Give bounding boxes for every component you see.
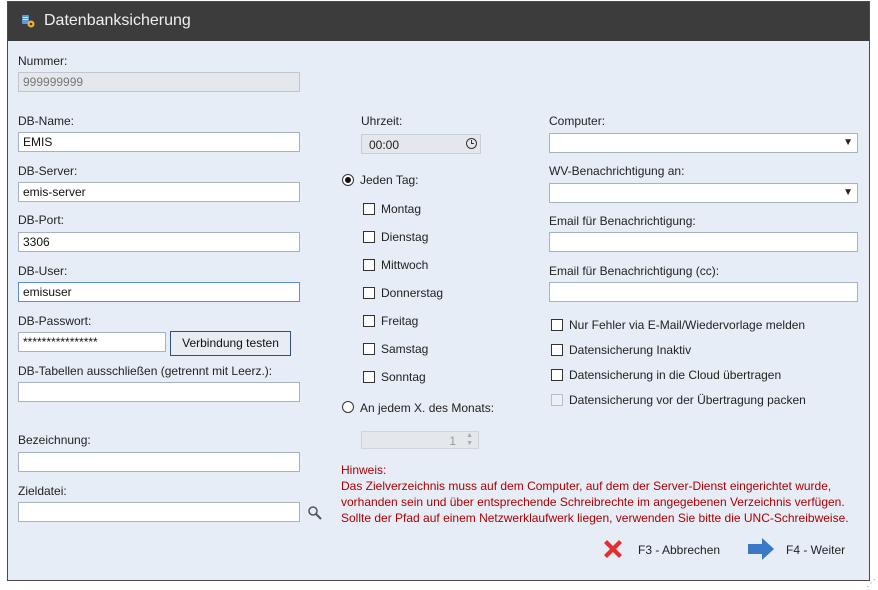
day-label-montag: Montag: [381, 202, 422, 216]
resize-grip-icon[interactable]: ⋰: [866, 578, 876, 589]
exclude-tables-field[interactable]: [18, 382, 300, 402]
cancel-label: F3 - Abbrechen: [638, 543, 721, 557]
email-cc-field[interactable]: [549, 282, 858, 302]
option-label-inaktiv: Datensicherung Inaktiv: [569, 343, 692, 357]
zieldatei-field[interactable]: [18, 502, 300, 522]
option-label-cloud: Datensicherung in die Cloud übertragen: [569, 368, 782, 382]
day-label-samstag: Samstag: [381, 342, 429, 356]
db-password-field[interactable]: ****************: [18, 332, 166, 352]
exclude-tables-label: DB-Tabellen ausschließen (getrennt mit L…: [18, 364, 273, 378]
db-password-label: DB-Passwort:: [18, 314, 92, 328]
option-label-nur-fehler: Nur Fehler via E-Mail/Wiedervorlage meld…: [569, 318, 806, 332]
checkbox-samstag[interactable]: [363, 343, 375, 355]
nummer-field: 999999999: [18, 72, 300, 92]
day-label-sonntag: Sonntag: [381, 370, 426, 384]
test-connection-button[interactable]: Verbindung testen: [170, 331, 291, 356]
checkbox-packen: [551, 394, 563, 406]
zieldatei-label: Zieldatei:: [18, 484, 67, 498]
dropdown-arrow-icon: ▼: [843, 137, 853, 148]
email-label: Email für Benachrichtigung:: [549, 214, 696, 228]
bezeichnung-label: Bezeichnung:: [18, 433, 91, 447]
window-title: Datenbanksicherung: [44, 12, 191, 29]
email-cc-label: Email für Benachrichtigung (cc):: [549, 264, 720, 278]
monat-label: An jedem X. des Monats:: [360, 401, 495, 415]
hint-line-3: Sollte der Pfad auf einem Netzwerklaufwe…: [341, 511, 849, 525]
database-gear-icon: [22, 15, 35, 28]
checkbox-freitag[interactable]: [363, 315, 375, 327]
checkbox-cloud[interactable]: [551, 369, 563, 381]
checkbox-mittwoch[interactable]: [363, 259, 375, 271]
uhrzeit-value: 00:00: [369, 138, 400, 152]
cancel-button[interactable]: F3 - Abbrechen: [600, 534, 730, 564]
hint-title: Hinweis:: [341, 463, 387, 477]
checkbox-sonntag[interactable]: [363, 371, 375, 383]
monat-day-stepper: 1 ▲ ▼: [361, 431, 479, 449]
option-label-packen: Datensicherung vor der Übertragung packe…: [569, 393, 806, 407]
day-label-dienstag: Dienstag: [381, 230, 429, 244]
db-user-label: DB-User:: [18, 264, 68, 278]
next-label: F4 - Weiter: [786, 543, 846, 557]
hint-line-2: vorhanden sein und über entsprechende Sc…: [341, 495, 845, 509]
title-bar: Datenbanksicherung: [8, 2, 869, 41]
db-server-label: DB-Server:: [18, 164, 78, 178]
next-button[interactable]: F4 - Weiter: [746, 534, 858, 564]
wv-select[interactable]: ▼: [549, 183, 858, 203]
dropdown-arrow-icon: ▼: [843, 187, 853, 198]
backup-dialog: Datenbanksicherung Nummer: 999999999 DB-…: [7, 1, 870, 581]
radio-jeden-tag[interactable]: [342, 174, 354, 186]
hint-line-1: Das Zielverzeichnis muss auf dem Compute…: [341, 479, 832, 493]
db-name-label: DB-Name:: [18, 114, 75, 128]
jeden-tag-label: Jeden Tag:: [360, 173, 419, 187]
checkbox-montag[interactable]: [363, 203, 375, 215]
radio-jeden-x-monat[interactable]: [342, 401, 354, 413]
wv-label: WV-Benachrichtigung an:: [549, 164, 685, 178]
computer-select[interactable]: ▼: [549, 133, 858, 153]
stepper-arrows-icon: ▲ ▼: [466, 432, 473, 447]
arrow-right-icon: [748, 538, 774, 560]
clock-icon[interactable]: [466, 138, 477, 149]
bezeichnung-field[interactable]: [18, 452, 300, 472]
db-name-field[interactable]: EMIS: [18, 132, 300, 152]
day-label-mittwoch: Mittwoch: [381, 258, 429, 272]
checkbox-donnerstag[interactable]: [363, 287, 375, 299]
computer-label: Computer:: [549, 114, 606, 128]
day-label-donnerstag: Donnerstag: [381, 286, 444, 300]
uhrzeit-picker[interactable]: 00:00: [361, 134, 481, 154]
day-label-freitag: Freitag: [381, 314, 419, 328]
checkbox-nur-fehler[interactable]: [551, 319, 563, 331]
db-port-label: DB-Port:: [18, 213, 65, 227]
uhrzeit-label: Uhrzeit:: [361, 114, 403, 128]
hint-text: Hinweis: Das Zielverzeichnis muss auf de…: [341, 462, 849, 526]
search-icon[interactable]: [307, 505, 323, 521]
db-server-field[interactable]: emis-server: [18, 182, 300, 202]
email-field[interactable]: [549, 232, 858, 252]
nummer-label: Nummer:: [18, 54, 68, 68]
db-port-field[interactable]: 3306: [18, 232, 300, 252]
checkbox-dienstag[interactable]: [363, 231, 375, 243]
monat-day-value: 1: [449, 434, 456, 448]
close-icon: [604, 540, 622, 558]
checkbox-inaktiv[interactable]: [551, 344, 563, 356]
db-user-field[interactable]: emisuser: [18, 282, 300, 302]
